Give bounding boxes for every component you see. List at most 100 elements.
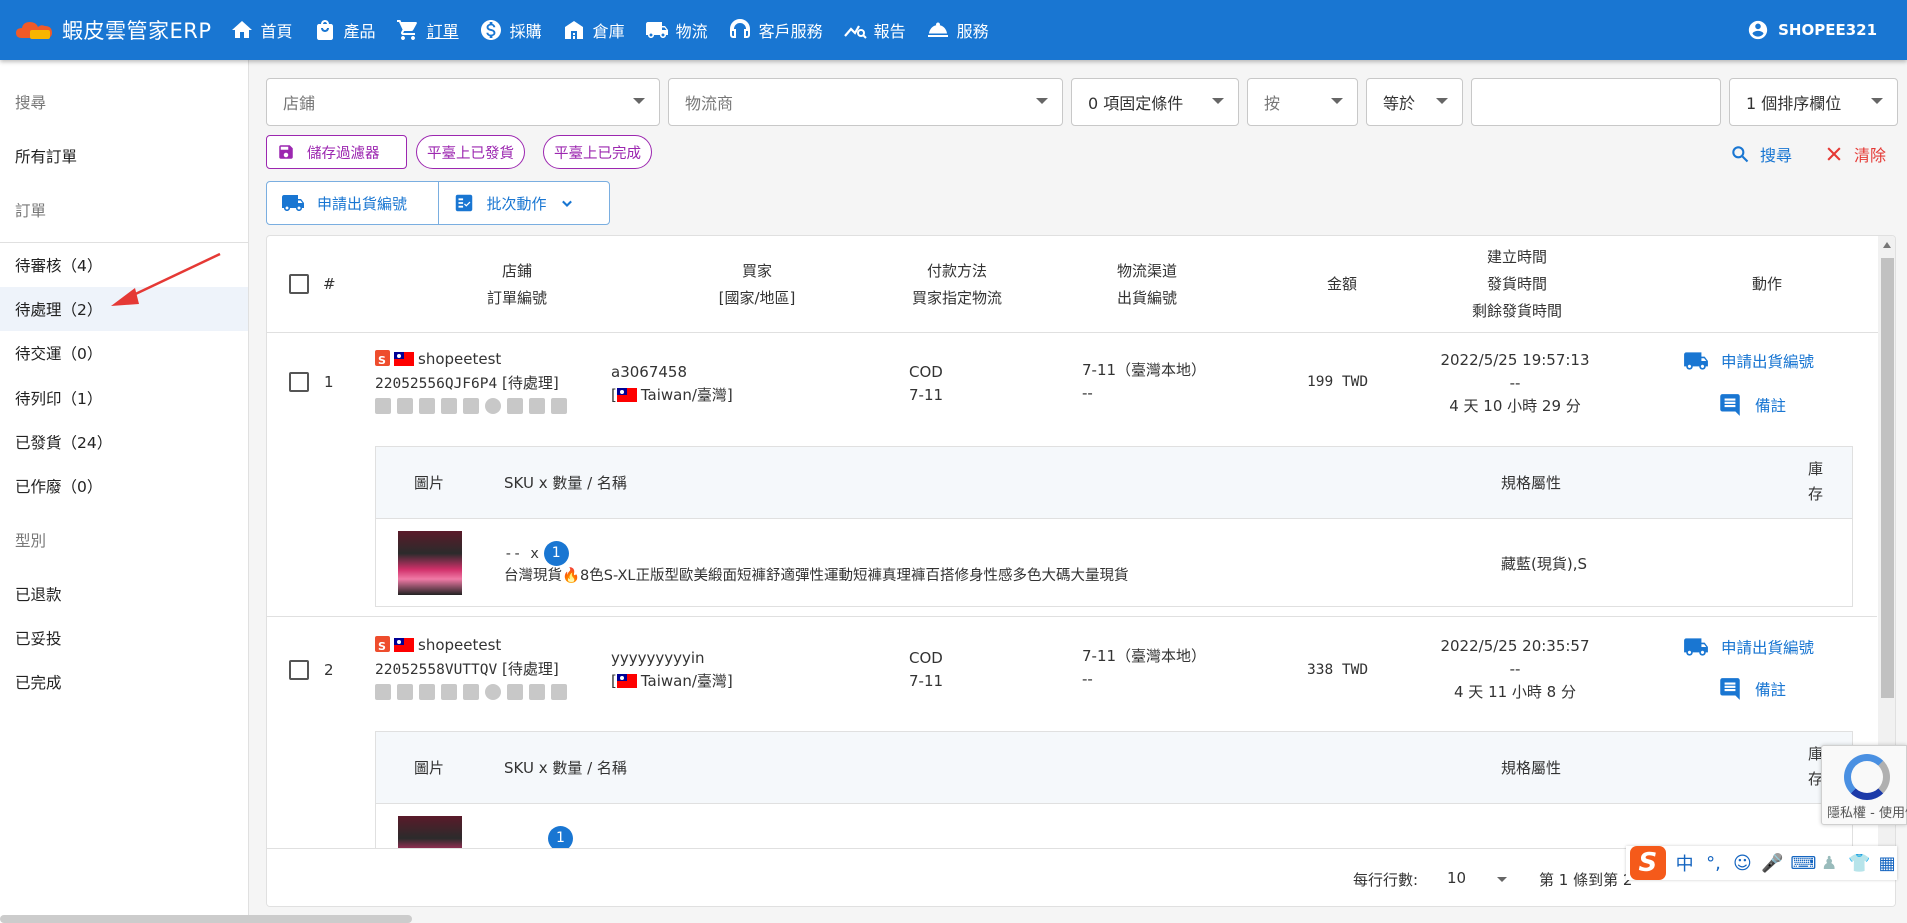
barcode-icon[interactable] [375, 684, 391, 700]
by-select[interactable]: 按 [1247, 78, 1358, 126]
horizontal-scrollbar[interactable] [0, 915, 412, 923]
cancel-icon[interactable] [485, 684, 501, 700]
sogou-logo-icon[interactable]: S [1630, 846, 1666, 880]
nav-warehouse[interactable]: 倉庫 [562, 18, 625, 42]
annotation-arrow-icon [111, 252, 221, 306]
qrcode-icon[interactable] [397, 398, 413, 414]
barcode-icon[interactable] [375, 398, 391, 414]
app-name: 蝦皮雲管家ERP [62, 19, 212, 43]
qrcode-icon[interactable] [397, 684, 413, 700]
chip-label: 平臺上已發貨 [427, 145, 514, 162]
logistics-info: 7-11（臺灣本地） -- [1082, 359, 1206, 405]
apply-shipping-number-link[interactable]: 申請出貨編號 [1683, 634, 1814, 660]
message-icon[interactable] [441, 398, 457, 414]
chevron-down-icon[interactable] [1497, 877, 1507, 882]
note-link[interactable]: 備註 [1717, 392, 1786, 418]
chip-completed-on-platform[interactable]: 平臺上已完成 [543, 135, 652, 169]
sidebar-item-voided[interactable]: 已作廢（0） [0, 464, 248, 508]
grid-icon[interactable]: ▦ [1877, 853, 1897, 874]
product-image[interactable] [398, 816, 462, 848]
note-link[interactable]: 備註 [1717, 676, 1786, 702]
chat-icon[interactable] [463, 398, 479, 414]
punctuation-icon[interactable]: °, [1704, 853, 1724, 874]
nav-customer-service[interactable]: 客戶服務 [728, 18, 823, 42]
sidebar-item-delivered[interactable]: 已妥投 [0, 616, 248, 660]
order-number-text: 22052556QJF6P4 [375, 376, 498, 392]
scroll-up-icon[interactable] [1883, 242, 1891, 248]
check-icon[interactable] [507, 398, 523, 414]
shop-select[interactable]: 店鋪 [266, 78, 660, 126]
nav-orders[interactable]: 訂單 [396, 18, 459, 42]
keyboard-icon[interactable]: ⌨ [1790, 853, 1816, 874]
sidebar-item-pending-print[interactable]: 待列印（1） [0, 376, 248, 420]
user-menu[interactable]: SHOPEE321 [1747, 0, 1877, 60]
select-all-checkbox[interactable] [289, 274, 309, 294]
nav-label: 客戶服務 [758, 22, 823, 41]
message-icon[interactable] [441, 684, 457, 700]
batch-action-button[interactable]: 批次動作 [439, 182, 610, 224]
scrollbar-thumb[interactable] [1881, 258, 1894, 698]
save-filter-button[interactable]: 儲存過濾器 [266, 135, 407, 169]
apply-shipping-number-link[interactable]: 申請出貨編號 [1683, 348, 1814, 374]
warehouse-icon [564, 21, 583, 39]
col-sku: SKU x 數量 / 名稱 [504, 759, 627, 777]
nav-service[interactable]: 服務 [926, 18, 989, 42]
order-number[interactable]: 22052558VUTTQV [待處理] [375, 658, 559, 682]
sidebar-item-refunded[interactable]: 已退款 [0, 572, 248, 616]
order-items-table: 圖片 SKU x 數量 / 名稱 規格屬性 庫存 -- x 1 台灣現貨🔥8色S… [375, 446, 1853, 607]
order-quick-actions [375, 398, 573, 414]
ime-mode[interactable]: 中 [1675, 850, 1695, 876]
chat-icon[interactable] [463, 684, 479, 700]
shop-name: shopeetest [375, 634, 501, 658]
sort-select[interactable]: 1 個排序欄位 [1729, 78, 1898, 126]
clear-button[interactable]: 清除 [1824, 142, 1886, 166]
payment-method: COD [909, 649, 943, 667]
nav-products[interactable]: 產品 [313, 18, 376, 42]
check-icon[interactable] [507, 684, 523, 700]
cancel-icon[interactable] [485, 398, 501, 414]
nav-home[interactable]: 首頁 [230, 18, 293, 42]
edit-check-icon[interactable] [529, 398, 545, 414]
sidebar-item-completed[interactable]: 已完成 [0, 660, 248, 704]
nav-purchasing[interactable]: 採購 [479, 18, 542, 42]
filter-value-input[interactable] [1471, 78, 1721, 126]
logistics-select[interactable]: 物流商 [668, 78, 1063, 126]
skin-icon[interactable]: 👕 [1848, 853, 1870, 874]
nav-reports[interactable]: 報告 [843, 18, 906, 42]
upload-icon[interactable] [419, 398, 435, 414]
rows-per-page-select[interactable]: 10 [1447, 869, 1466, 887]
sidebar-search[interactable]: 搜尋 [0, 80, 248, 124]
sidebar-item-shipped[interactable]: 已發貨（24） [0, 420, 248, 464]
product-image[interactable] [398, 531, 462, 595]
upload-icon[interactable] [419, 684, 435, 700]
row-checkbox[interactable] [289, 372, 309, 392]
shop-name: shopeetest [375, 348, 501, 372]
shopee-icon [375, 349, 390, 372]
conditions-select[interactable]: 0 項固定條件 [1071, 78, 1239, 126]
operator-select[interactable]: 等於 [1366, 78, 1463, 126]
chip-shipped-on-platform[interactable]: 平臺上已發貨 [416, 135, 525, 169]
apply-shipping-link-label: 申請出貨編號 [1721, 353, 1815, 371]
emoji-icon[interactable]: ☺ [1732, 853, 1752, 874]
sidebar-item-pending-ship[interactable]: 待交運（0） [0, 331, 248, 375]
user-icon[interactable]: ♟ [1819, 853, 1839, 874]
edit-check-icon[interactable] [529, 684, 545, 700]
split-icon[interactable] [551, 684, 567, 700]
sidebar-item-all-orders[interactable]: 所有訂單 [0, 134, 248, 178]
ime-toolbar[interactable]: S 中 °, ☺ 🎤 ⌨ ♟ 👕 ▦ [1626, 846, 1897, 880]
col-channel-label: 物流渠道 [1116, 262, 1177, 280]
recaptcha-badge[interactable]: 隱私權 - 使用條款 [1821, 745, 1907, 825]
col-shop: 店鋪 訂單編號 [467, 258, 567, 312]
microphone-icon[interactable]: 🎤 [1761, 853, 1783, 874]
buyer-name: yyyyyyyyyin [611, 649, 705, 667]
row-checkbox[interactable] [289, 660, 309, 680]
search-button[interactable]: 搜尋 [1730, 142, 1792, 166]
sort-value: 1 個排序欄位 [1746, 94, 1842, 113]
brand[interactable]: 蝦皮雲管家ERP [14, 15, 212, 45]
split-icon[interactable] [551, 398, 567, 414]
page-range: 第 1 條到第 2 [1539, 871, 1633, 889]
order-number[interactable]: 22052556QJF6P4 [待處理] [375, 372, 559, 396]
nav-logistics[interactable]: 物流 [645, 18, 708, 42]
apply-shipping-number-button[interactable]: 申請出貨編號 [267, 182, 438, 224]
col-order-no-label: 訂單編號 [486, 289, 547, 307]
